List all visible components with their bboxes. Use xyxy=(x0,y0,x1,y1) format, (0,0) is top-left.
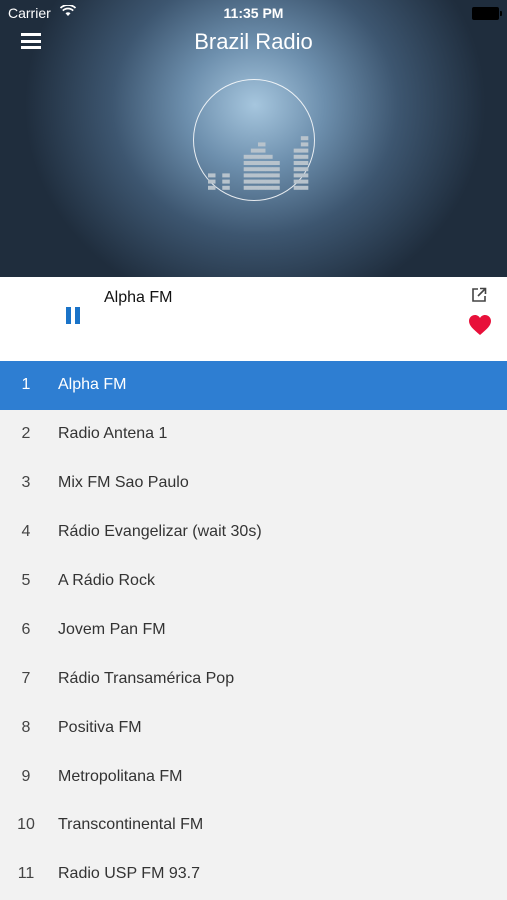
station-number: 3 xyxy=(21,474,31,492)
station-row[interactable]: 2 Radio Antena 1 xyxy=(0,410,507,459)
station-name: Radio Antena 1 xyxy=(58,425,168,443)
station-row[interactable]: 4 Rádio Evangelizar (wait 30s) xyxy=(0,508,507,557)
station-row[interactable]: 5 A Rádio Rock xyxy=(0,557,507,606)
station-name: Rádio Evangelizar (wait 30s) xyxy=(58,523,262,541)
equalizer-icon xyxy=(193,79,315,201)
station-name: Positiva FM xyxy=(58,718,142,736)
station-number: 5 xyxy=(21,572,31,589)
station-number: 9 xyxy=(21,767,31,785)
station-name: Mix FM Sao Paulo xyxy=(58,474,189,492)
station-name: Metropolitana FM xyxy=(58,767,183,785)
station-number: 6 xyxy=(21,620,31,638)
clock: 11:35 PM xyxy=(223,5,284,21)
station-number: 2 xyxy=(21,425,31,443)
station-name: A Rádio Rock xyxy=(58,572,155,589)
station-row[interactable]: 11 Radio USP FM 93.7 xyxy=(0,850,507,899)
now-playing-title: Alpha FM xyxy=(104,289,173,306)
station-row[interactable]: 1 Alpha FM xyxy=(0,361,507,410)
station-name: Alpha FM xyxy=(58,376,127,394)
station-number: 1 xyxy=(21,376,31,394)
station-name: Transcontinental FM xyxy=(58,816,204,834)
now-playing-bar: Alpha FM xyxy=(0,277,507,361)
station-row[interactable]: 7 Rádio Transamérica Pop xyxy=(0,654,507,703)
station-name: Radio USP FM 93.7 xyxy=(58,865,200,883)
station-row[interactable]: 10 Transcontinental FM xyxy=(0,801,507,850)
station-row[interactable]: 6 Jovem Pan FM xyxy=(0,605,507,654)
status-bar: Carrier 11:35 PM xyxy=(0,0,507,27)
station-number: 10 xyxy=(17,816,35,834)
station-number: 7 xyxy=(21,669,31,687)
pause-icon[interactable] xyxy=(66,307,82,325)
station-row[interactable]: 9 Metropolitana FM xyxy=(0,752,507,801)
station-number: 4 xyxy=(21,523,31,541)
station-row[interactable]: 3 Mix FM Sao Paulo xyxy=(0,459,507,508)
share-icon[interactable] xyxy=(471,287,487,308)
station-list: 1 Alpha FM 2 Radio Antena 1 3 Mix FM Sao Paul… xyxy=(0,361,507,899)
header-hero: Carrier 11:35 PM Brazil Radio xyxy=(0,0,507,277)
app-title: Brazil Radio xyxy=(194,29,313,54)
station-row[interactable]: 8 Positiva FM xyxy=(0,703,507,752)
station-number: 8 xyxy=(21,718,31,736)
heart-icon[interactable] xyxy=(468,314,492,341)
station-name: Jovem Pan FM xyxy=(58,620,166,638)
station-number: 11 xyxy=(17,865,35,883)
battery-icon xyxy=(472,7,502,20)
station-name: Rádio Transamérica Pop xyxy=(58,669,235,687)
